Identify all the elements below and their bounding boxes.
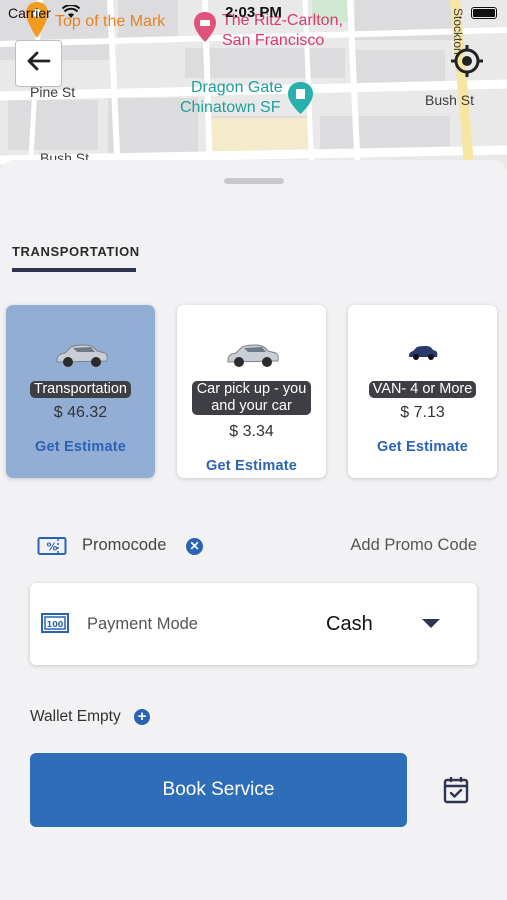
book-service-button[interactable]: Book Service [30,753,407,827]
poi-dragon-gate-line1[interactable]: Dragon Gate [191,78,283,97]
promocode-label: Promocode [82,536,167,554]
vehicle-card-car-pickup[interactable]: Car pick up - you and your car $ 3.34 Ge… [177,305,326,478]
chevron-down-icon[interactable] [422,619,440,628]
map-view[interactable]: Top of the Mark The Ritz-Carlton, San Fr… [0,0,507,175]
svg-text:%: % [46,541,57,554]
get-estimate-link[interactable]: Get Estimate [348,439,497,455]
arrow-left-icon [27,51,51,76]
calendar-icon[interactable] [443,776,471,806]
cash-note-icon: 100 [41,613,69,638]
vehicle-card-transportation[interactable]: Transportation $ 46.32 Get Estimate [6,305,155,478]
payment-mode-label: Payment Mode [87,615,198,633]
poi-ritz-carlton-line2[interactable]: San Francisco [222,31,324,50]
vehicle-price: $ 46.32 [53,404,108,421]
tab-indicator [12,268,136,272]
payment-mode-value[interactable]: Cash [326,613,373,636]
vehicle-name: Transportation [6,381,155,398]
booking-sheet: TRANSPORTATION Transportation $ 46.32 Ge… [0,160,507,900]
payment-mode-selector[interactable]: 100 Payment Mode Cash [30,583,477,665]
crosshair-icon [450,44,484,83]
promo-ticket-icon: % [37,536,67,561]
sedan-car-icon [177,342,326,370]
status-time: 2:03 PM [225,4,282,21]
poi-dragon-gate-line2[interactable]: Chinatown SF [180,98,281,117]
vehicle-card-van[interactable]: VAN- 4 or More $ 7.13 Get Estimate [348,305,497,478]
get-estimate-link[interactable]: Get Estimate [6,439,155,455]
wallet-status: Wallet Empty [30,708,121,725]
status-bar: Carrier 2:03 PM [0,0,507,26]
vehicle-name: Car pick up - you and your car [177,381,326,415]
sheet-drag-handle[interactable] [224,178,284,184]
add-wallet-icon[interactable]: + [134,709,150,725]
svg-text:100: 100 [47,620,64,629]
my-location-button[interactable] [444,40,490,86]
vehicle-price: $ 3.34 [229,423,274,440]
street-bush-right: Bush St [425,92,475,108]
add-promo-code-button[interactable]: Add Promo Code [350,536,477,555]
get-estimate-link[interactable]: Get Estimate [177,458,326,474]
promocode-clear-icon[interactable]: ✕ [186,538,203,555]
vehicle-price: $ 7.13 [400,404,445,421]
sedan-car-icon [6,342,155,370]
vehicle-name: VAN- 4 or More [348,381,497,398]
battery-icon [471,7,497,19]
back-button[interactable] [15,40,62,87]
van-icon [348,345,497,361]
tab-transportation[interactable]: TRANSPORTATION [12,244,140,259]
